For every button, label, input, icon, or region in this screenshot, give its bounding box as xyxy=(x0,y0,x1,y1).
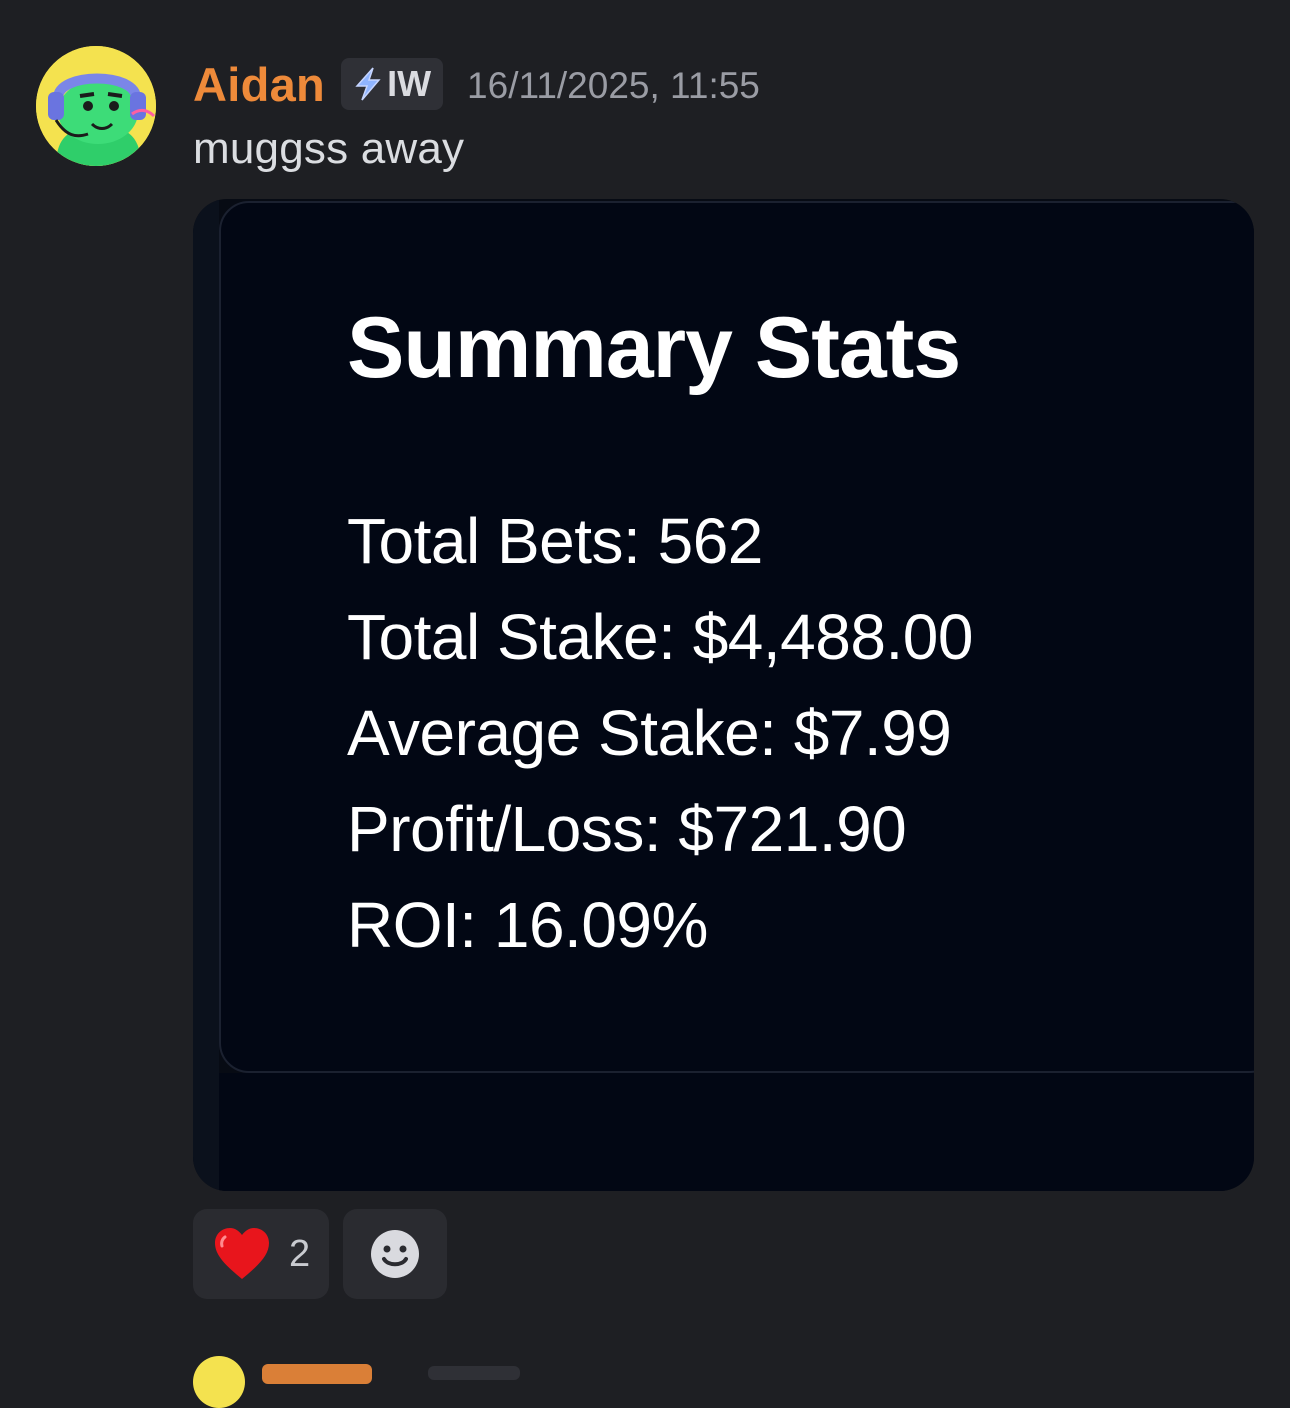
message-header: Aidan IW 16/11/2025, 11:55 xyxy=(193,52,760,116)
stat-roi: ROI: 16.09% xyxy=(347,889,708,961)
summary-stats-card: Summary Stats Total Bets: 562 Total Stak… xyxy=(219,201,1254,1073)
image-attachment[interactable]: Summary Stats Total Bets: 562 Total Stak… xyxy=(193,199,1254,1191)
next-message-username xyxy=(262,1364,372,1384)
reactions-bar: 2 xyxy=(193,1209,461,1299)
stat-average-stake: Average Stake: $7.99 xyxy=(347,697,952,769)
lightning-icon xyxy=(355,67,381,101)
attachment-bottom-area xyxy=(219,1073,1254,1191)
stat-total-bets: Total Bets: 562 xyxy=(347,505,763,577)
server-tag-text: IW xyxy=(387,63,432,104)
heart-icon xyxy=(215,1228,269,1279)
chat-message: Aidan IW 16/11/2025, 11:55 muggss away S… xyxy=(0,0,1290,1408)
stats-title: Summary Stats xyxy=(347,300,961,396)
next-message-badge xyxy=(428,1366,520,1380)
attachment-edge xyxy=(193,199,219,1191)
add-reaction-icon xyxy=(371,1230,419,1278)
username[interactable]: Aidan xyxy=(193,57,325,112)
avatar[interactable] xyxy=(36,46,156,166)
stat-total-stake: Total Stake: $4,488.00 xyxy=(347,601,973,673)
server-tag-badge[interactable]: IW xyxy=(341,58,444,110)
avatar-character-icon xyxy=(36,46,156,166)
add-reaction-button[interactable] xyxy=(343,1209,447,1299)
next-message-avatar[interactable] xyxy=(193,1356,245,1408)
reaction-count: 2 xyxy=(289,1232,311,1275)
message-text: muggss away xyxy=(193,124,465,173)
reaction-heart-button[interactable]: 2 xyxy=(193,1209,329,1299)
stats-list: Total Bets: 562 Total Stake: $4,488.00 A… xyxy=(347,503,973,983)
timestamp[interactable]: 16/11/2025, 11:55 xyxy=(467,65,760,107)
stat-profit-loss: Profit/Loss: $721.90 xyxy=(347,793,907,865)
